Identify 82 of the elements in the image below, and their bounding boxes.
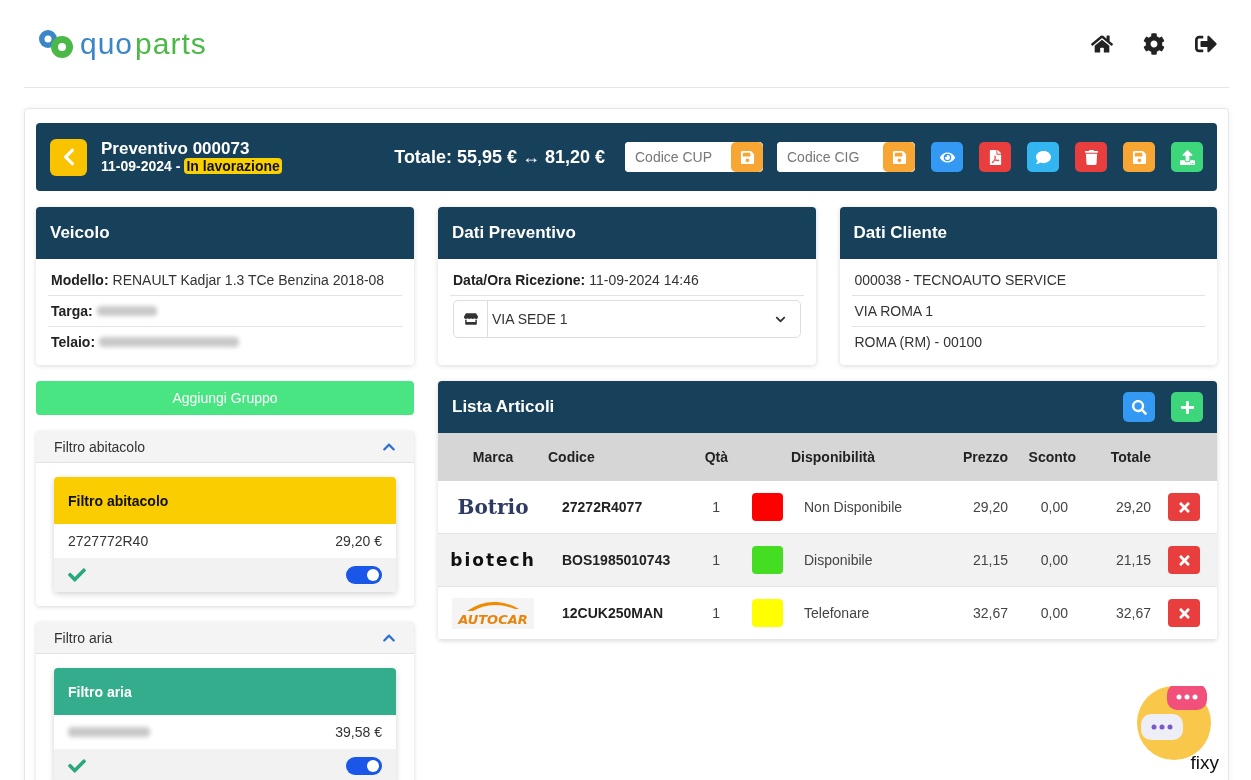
field-label: Modello: xyxy=(51,272,109,288)
table-cell: 0,00 xyxy=(1040,605,1068,621)
speech-bubbles-icon xyxy=(1141,686,1207,740)
quote-total: Totale: 55,95 € ↔ 81,20 € xyxy=(394,146,605,168)
delete-button[interactable] xyxy=(1168,546,1200,574)
quote-title: Preventivo 000073 xyxy=(101,140,251,158)
table-cell: Non Disponibile xyxy=(804,499,903,515)
upload-button[interactable] xyxy=(1171,142,1203,172)
part-card-header: Filtro aria xyxy=(54,668,396,715)
close-icon xyxy=(1176,499,1192,515)
column-header: Sconto xyxy=(1028,449,1076,465)
field-label: Targa: xyxy=(51,303,93,319)
brand-logo: AUTOCAR xyxy=(452,597,534,629)
search-icon xyxy=(1131,399,1147,415)
table-cell: 29,20 xyxy=(1115,499,1151,515)
card-header: Dati Cliente xyxy=(839,207,1217,259)
table-cell: Telefonare xyxy=(804,605,870,621)
table-cell: 32,67 xyxy=(1115,605,1151,621)
group-title: Filtro abitacolo xyxy=(54,438,146,455)
delete-button[interactable] xyxy=(1168,599,1200,627)
table-cell: 1 xyxy=(712,605,720,621)
table-cell: 0,00 xyxy=(1040,552,1068,568)
column-header: Marca xyxy=(472,449,514,465)
table-cell: BOS1985010743 xyxy=(562,552,671,568)
field-value: RENAULT Kadjar 1.3 TCe Benzina 2018-08 xyxy=(112,272,385,288)
table-cell: 29,20 xyxy=(972,499,1008,515)
settings-icon[interactable] xyxy=(1143,32,1165,55)
toggle-switch[interactable] xyxy=(346,757,382,775)
table-cell: 32,67 xyxy=(972,605,1008,621)
quoparts-logo: quoparts xyxy=(36,26,207,61)
trash-icon xyxy=(1083,149,1099,165)
client-line: 000038 - TECNOAUTO SERVICE xyxy=(854,272,1067,288)
back-button[interactable] xyxy=(50,138,87,176)
widget-label: fixy xyxy=(1190,752,1219,774)
upload-icon xyxy=(1179,149,1195,165)
plus-icon xyxy=(1179,399,1195,415)
brand-logo: Botrio xyxy=(457,495,529,519)
floppy-disk-button[interactable] xyxy=(1123,142,1155,172)
table-cell: 27272R4077 xyxy=(562,499,643,515)
field-label: Data/Ora Ricezione: xyxy=(453,272,586,288)
table-cell: 21,15 xyxy=(972,552,1008,568)
card-header: Lista Articoli xyxy=(452,397,555,417)
brand-logo: biotech xyxy=(450,550,536,570)
client-line: ROMA (RM) - 00100 xyxy=(854,334,983,350)
client-line: VIA ROMA 1 xyxy=(854,303,934,319)
part-price: 39,58 € xyxy=(335,724,382,740)
table-cell: Disponibile xyxy=(804,552,873,568)
field-label: Telaio: xyxy=(51,334,96,350)
column-header: Totale xyxy=(1110,449,1151,465)
column-header: Disponibilità xyxy=(791,449,875,465)
home-icon[interactable] xyxy=(1091,32,1113,55)
trash-button[interactable] xyxy=(1075,142,1107,172)
speech-bubble-button[interactable] xyxy=(1027,142,1059,172)
part-price: 29,20 € xyxy=(335,533,382,549)
card-header: Dati Preventivo xyxy=(438,207,816,259)
group-title: Filtro aria xyxy=(54,629,113,646)
table-cell: 0,00 xyxy=(1040,499,1068,515)
part-card-header: Filtro abitacolo xyxy=(54,477,396,524)
pdf-button[interactable] xyxy=(979,142,1011,172)
card-header: Veicolo xyxy=(36,207,414,259)
column-header: Prezzo xyxy=(962,449,1008,465)
field-value: 2727772R40 xyxy=(68,533,149,549)
pdf-icon xyxy=(987,149,1003,165)
eye-button[interactable] xyxy=(931,142,963,172)
field-value: 11-09-2024 14:46 xyxy=(589,272,699,288)
delete-button[interactable] xyxy=(1168,493,1200,521)
table-cell: 1 xyxy=(712,499,720,515)
status-badge: In lavorazione xyxy=(184,158,282,174)
quote-date: 11-09-2024 - xyxy=(101,158,181,174)
column-header: Qtà xyxy=(704,449,728,465)
speech-bubble-icon xyxy=(1035,149,1051,165)
table-cell: 21,15 xyxy=(1115,552,1151,568)
toggle-switch[interactable] xyxy=(346,566,382,584)
code-field[interactable]: Codice CIG xyxy=(777,142,915,172)
branch-select[interactable]: VIA SEDE 1 xyxy=(453,300,801,338)
table-cell: 12CUK250MAN xyxy=(562,605,664,621)
column-header: Codice xyxy=(548,449,595,465)
add-button[interactable] xyxy=(1171,392,1203,422)
search-button[interactable] xyxy=(1123,392,1155,422)
table-cell: 1 xyxy=(712,552,720,568)
code-field[interactable]: Codice CUP xyxy=(625,142,763,172)
store-icon xyxy=(463,312,478,326)
